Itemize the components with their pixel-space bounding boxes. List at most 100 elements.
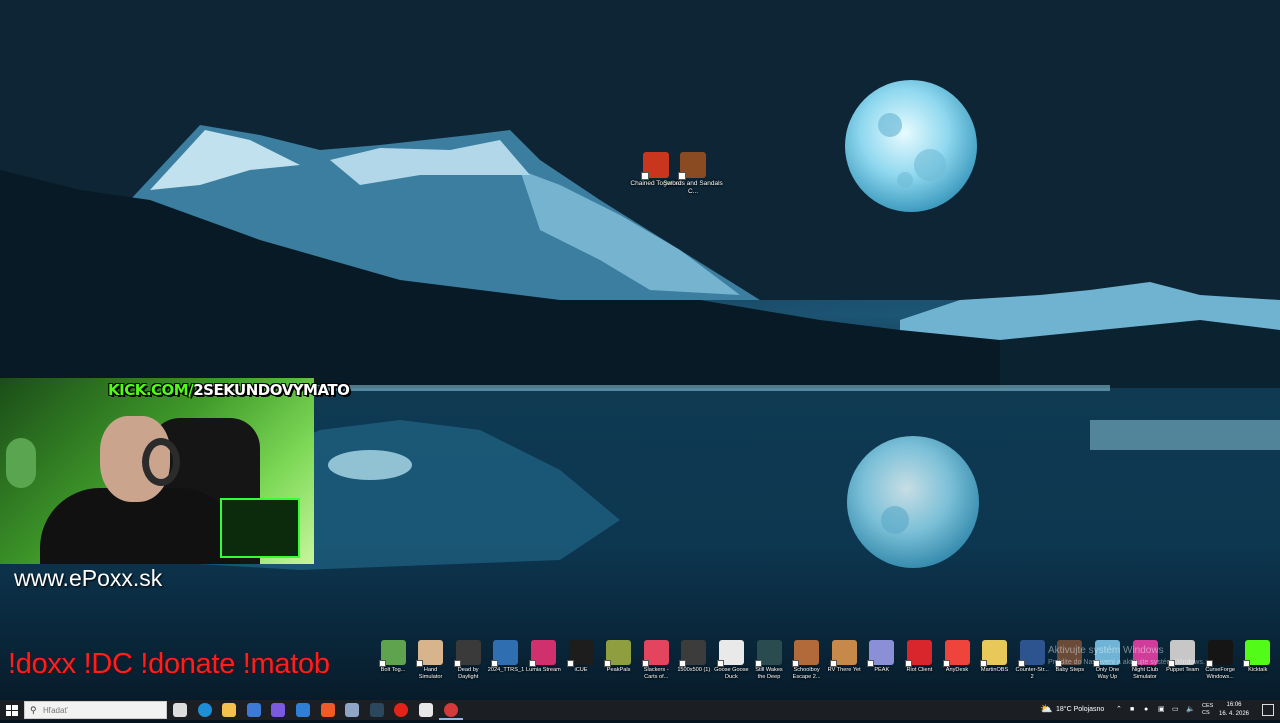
app-icon — [566, 640, 594, 667]
clock-time: 16:06 — [1226, 702, 1242, 708]
brave-icon[interactable] — [320, 703, 335, 717]
taskbar: ⚲ ⛅ 18°C Polojasno ⌃ ■ ● ▣ ▭ 🔈 CES CS 16… — [0, 700, 1280, 720]
network-icon[interactable]: ▣ — [1158, 700, 1165, 720]
wallpaper-image — [0, 0, 1280, 700]
app-icon — [1017, 640, 1045, 667]
monitor-icon[interactable]: ▭ — [1172, 700, 1179, 720]
kick-channel-banner: KICK.COM/2SEKUNDOVYMATO — [108, 381, 350, 399]
shortcut-hand-simulator[interactable]: Hand Simulator — [413, 640, 449, 680]
app-icon[interactable] — [345, 703, 360, 717]
shortcut-peak[interactable]: PEAK — [864, 640, 900, 674]
app-icon — [679, 640, 707, 667]
shortcut-curseforge-windows[interactable]: CurseForge Windows... — [1202, 640, 1238, 680]
shortcut-rv-there-yet[interactable]: RV There Yet — [826, 640, 862, 674]
shortcut-slackers-carts-of[interactable]: Slackers - Carts of... — [638, 640, 674, 680]
shortcut-label: Bolt Tog... — [380, 667, 406, 673]
pc-case — [220, 498, 300, 558]
shortcut-riot-client[interactable]: Riot Client — [901, 640, 937, 674]
notification-icon[interactable] — [1262, 704, 1274, 716]
app-icon — [604, 640, 632, 667]
shortcut-label: Schoolboy Escape 2... — [792, 667, 821, 680]
task-view-icon[interactable] — [173, 703, 187, 717]
store-icon[interactable] — [246, 703, 261, 717]
chat-commands-overlay: !doxx !DC !donate !matob — [8, 648, 330, 680]
shortcut-counter-str-2[interactable]: Counter-Str... 2 — [1014, 640, 1050, 680]
app-icon — [453, 640, 481, 667]
shortcut-label: iCUE — [574, 667, 588, 673]
shortcut-label: Dead by Daylight — [457, 667, 479, 680]
language-indicator[interactable]: CES CS — [1202, 703, 1213, 717]
shortcut-label: MartinOBS — [980, 667, 1009, 673]
shortcut-lumia-stream[interactable]: Lumia Stream — [525, 640, 561, 674]
app-icon — [980, 640, 1008, 667]
shortcut-bolt-tog[interactable]: Bolt Tog... — [375, 640, 411, 674]
recording-icon[interactable] — [438, 703, 463, 720]
weather-icon[interactable]: ⛅ — [1040, 700, 1052, 720]
windows-logo-icon — [6, 705, 18, 716]
clock[interactable]: 16:06 16. 4. 2026 — [1216, 701, 1252, 719]
shortcut-label: CurseForge Windows... — [1205, 667, 1235, 680]
frog-figure — [6, 438, 36, 488]
desktop-icon-label: Swords and Sandals C... — [663, 180, 723, 195]
start-button[interactable] — [4, 702, 20, 718]
shortcut-1500x500-1[interactable]: 1500x500 (1) — [676, 640, 712, 674]
shortcut-2024-ttrs-1[interactable]: 2024_TTRS_1 — [488, 640, 524, 674]
shortcut-schoolboy-escape-2[interactable]: Schoolboy Escape 2... — [789, 640, 825, 680]
shortcut-kicktalk[interactable]: Kicktalk — [1240, 640, 1276, 674]
shortcut-still-wakes-the-deep[interactable]: Still Wakes the Deep — [751, 640, 787, 680]
shortcut-anydesk[interactable]: AnyDesk — [939, 640, 975, 674]
shortcut-goose-goose-duck[interactable]: Goose Goose Duck — [713, 640, 749, 680]
mail-icon[interactable] — [296, 703, 310, 717]
chevron-up-icon[interactable]: ⌃ — [1116, 700, 1122, 720]
app-icon — [528, 640, 556, 667]
shortcut-label: Kicktalk — [1248, 667, 1268, 673]
weather-text[interactable]: 18°C Polojasno — [1056, 700, 1104, 720]
edge-icon[interactable] — [197, 703, 212, 717]
app-icon — [754, 640, 782, 667]
shortcut-label: 1500x500 (1) — [677, 667, 711, 673]
app-icon — [641, 640, 669, 667]
shortcut-label: Goose Goose Duck — [714, 667, 749, 680]
opera-icon[interactable] — [394, 703, 409, 717]
shortcut-label: Still Wakes the Deep — [755, 667, 783, 680]
app-icon — [904, 640, 932, 667]
clock-date: 16. 4. 2026 — [1218, 711, 1250, 717]
app-icon — [792, 640, 820, 667]
shortcut-label: RV There Yet — [827, 667, 861, 673]
shortcut-label: Slackers - Carts of... — [643, 667, 669, 680]
steam-icon[interactable] — [369, 703, 384, 717]
swords-and-sandals-icon — [678, 152, 706, 180]
tray-app-icon[interactable]: ● — [1144, 700, 1148, 720]
watermark-line: Aktivujte systém Windows — [1048, 645, 1164, 656]
webcam-overlay — [0, 378, 314, 564]
search-input[interactable] — [43, 704, 161, 717]
app-icon — [716, 640, 744, 667]
shortcut-label: 2024_TTRS_1 — [487, 667, 525, 673]
obs-icon[interactable] — [419, 703, 433, 717]
volume-icon[interactable]: 🔈 — [1186, 700, 1195, 720]
tray-app-icon[interactable]: ■ — [1130, 700, 1134, 720]
website-overlay-text: www.ePoxx.sk — [14, 565, 163, 591]
shortcut-martinobs[interactable]: MartinOBS — [977, 640, 1013, 674]
shortcut-label: PeakPals — [606, 667, 631, 673]
shortcut-label: Hand Simulator — [418, 667, 443, 680]
shortcut-label: Counter-Str... 2 — [1015, 667, 1049, 680]
shortcut-peakpals[interactable]: PeakPals — [601, 640, 637, 674]
shortcut-icue[interactable]: iCUE — [563, 640, 599, 674]
headset-icon — [142, 438, 180, 486]
search-icon: ⚲ — [30, 705, 37, 715]
shortcut-dead-by-daylight[interactable]: Dead by Daylight — [450, 640, 486, 680]
taskbar-search[interactable]: ⚲ — [24, 701, 167, 719]
app-icon — [1205, 640, 1233, 667]
shortcut-label: Lumia Stream — [525, 667, 561, 673]
colorful-app-icon[interactable] — [271, 703, 286, 717]
watermark-line: Prejdite do Nastavení a aktivujte systém… — [1048, 659, 1205, 666]
app-icon — [491, 640, 519, 667]
windows-activation-watermark: Aktivujte systém Windows Prejdite do Nas… — [1048, 645, 1205, 669]
shortcut-label: PEAK — [874, 667, 890, 673]
app-icon — [829, 640, 857, 667]
shortcut-label: Riot Client — [906, 667, 933, 673]
desktop-icon-swords-and-sandals[interactable]: Swords and Sandals C... — [661, 152, 725, 196]
app-icon — [942, 640, 970, 667]
file-explorer-icon[interactable] — [222, 703, 237, 717]
